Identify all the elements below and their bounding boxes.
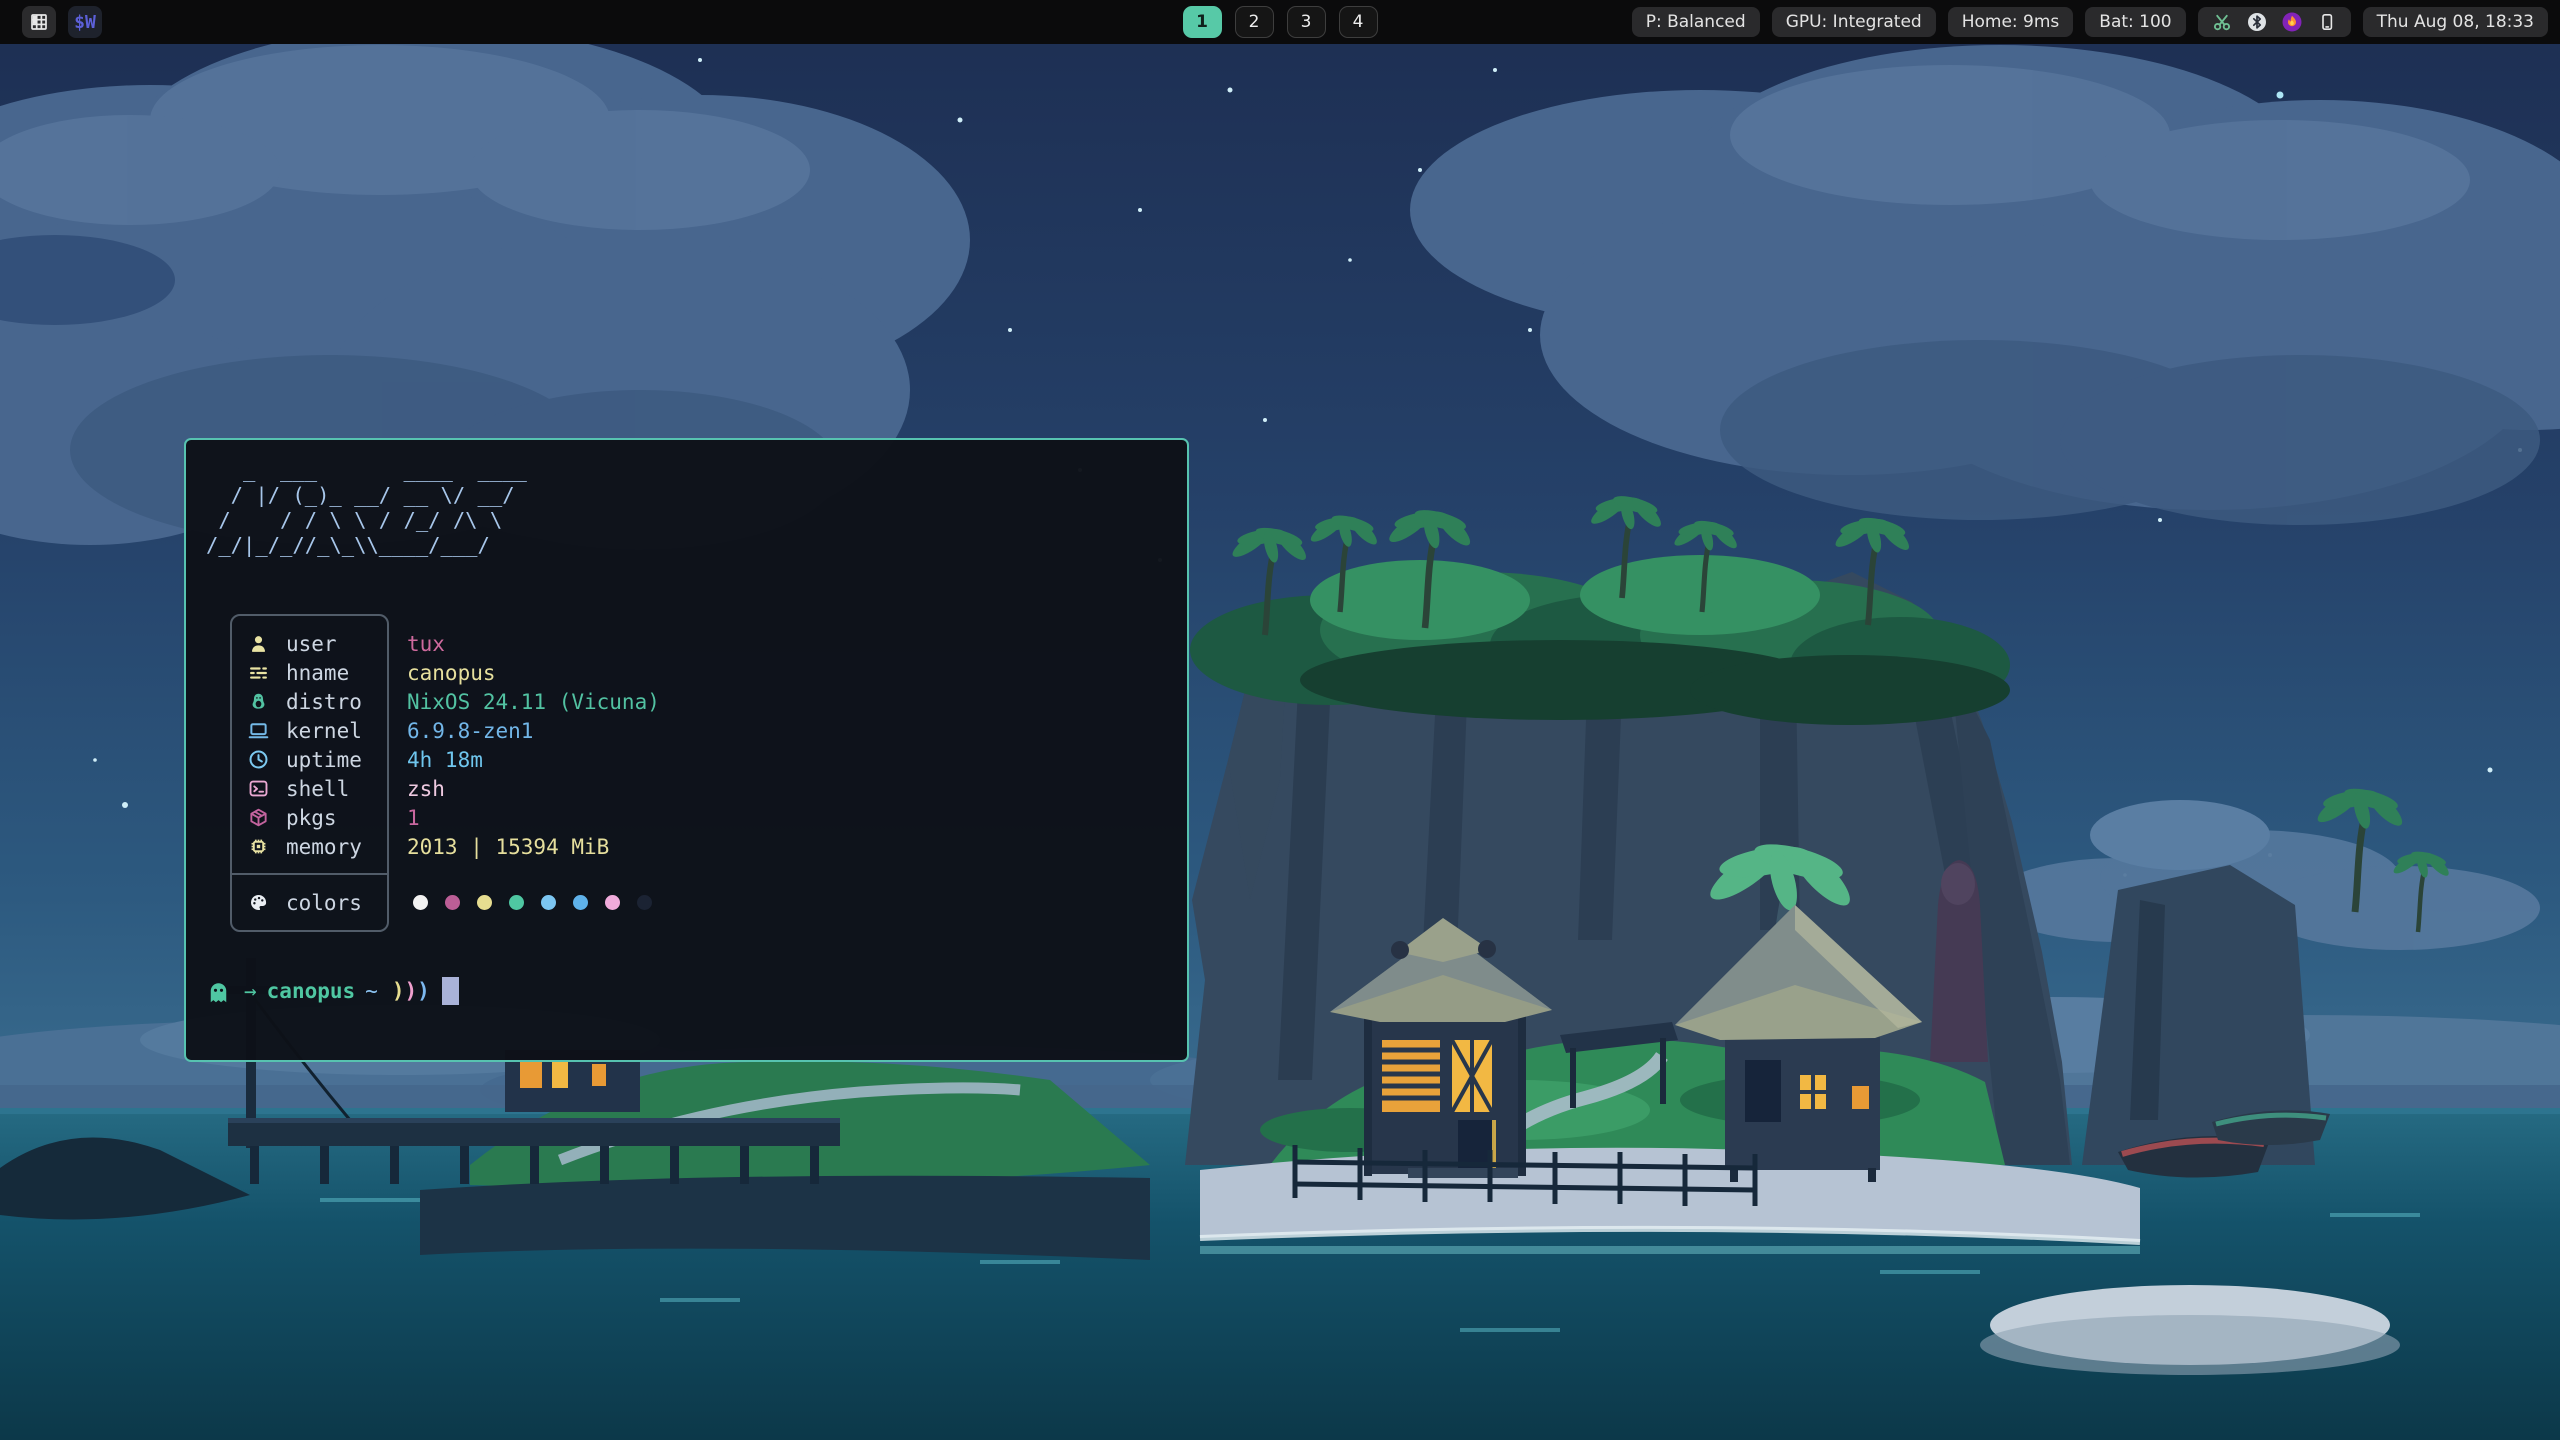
- workspace-3-label: 3: [1301, 12, 1312, 32]
- power-profile-pill[interactable]: P: Balanced: [1632, 7, 1760, 37]
- fetch-row-hname: hname canopus: [248, 658, 660, 687]
- fetch-label: pkgs: [272, 806, 391, 830]
- fetch-row-kernel: kernel 6.9.8-zen1: [248, 716, 660, 745]
- user-icon: [248, 633, 272, 655]
- fetch-value: NixOS 24.11 (Vicuna): [391, 690, 660, 714]
- palette-icon: [248, 892, 272, 914]
- bar-left: $W: [22, 0, 102, 44]
- bluetooth-icon[interactable]: [2247, 12, 2267, 32]
- fetch-value: 1: [391, 806, 420, 830]
- ghost-icon: [206, 980, 234, 1002]
- palette-swatch: [413, 895, 428, 910]
- fetch-label: distro: [272, 690, 391, 714]
- workspace-2[interactable]: 2: [1235, 6, 1274, 38]
- fetch-label: memory: [272, 835, 391, 859]
- workspace-4[interactable]: 4: [1339, 6, 1378, 38]
- workspace-3[interactable]: 3: [1287, 6, 1326, 38]
- penguin-icon: [248, 691, 272, 713]
- prompt-host: canopus: [267, 979, 356, 1003]
- prompt-path: ~: [365, 979, 378, 1003]
- datetime-pill[interactable]: Thu Aug 08, 18:33: [2363, 7, 2548, 37]
- hostname-icon: [248, 662, 272, 684]
- desktop: $W 1 2 3 4 P: Balanced GPU: Integrated H…: [0, 0, 2560, 1440]
- status-bar: $W 1 2 3 4 P: Balanced GPU: Integrated H…: [0, 0, 2560, 44]
- workspace-1-label: 1: [1196, 12, 1208, 32]
- terminal-window[interactable]: _ ___ ____ ____ / |/ (_)_ __/ __ \/ __/ …: [184, 438, 1189, 1062]
- phone-icon[interactable]: [2317, 12, 2337, 32]
- fetch-value: 6.9.8-zen1: [391, 719, 533, 743]
- shell-prompt[interactable]: → canopus ~ ) ) ): [206, 976, 459, 1006]
- fetch-row-user: user tux: [248, 629, 660, 658]
- clock-icon: [248, 749, 272, 771]
- gpu-pill[interactable]: GPU: Integrated: [1772, 7, 1936, 37]
- fetch-row-pkgs: pkgs 1: [248, 803, 660, 832]
- palette-swatch: [541, 895, 556, 910]
- workspace-4-label: 4: [1353, 12, 1364, 32]
- terminal-palette: [413, 888, 652, 917]
- fetch-row-memory: memory 2013 | 15394 MiB: [248, 832, 660, 861]
- fetch-table-divider: [230, 873, 389, 875]
- sw-logo-button[interactable]: $W: [68, 6, 102, 38]
- laptop-icon: [248, 720, 272, 742]
- fetch-value: canopus: [391, 661, 496, 685]
- fetch-label: kernel: [272, 719, 391, 743]
- fetch-value: 2013 | 15394 MiB: [391, 835, 609, 859]
- ping-pill[interactable]: Home: 9ms: [1948, 7, 2074, 37]
- ascii-line: _ ___ ____ ____: [206, 458, 527, 483]
- fetch-value: tux: [391, 632, 445, 656]
- text-cursor[interactable]: [442, 977, 459, 1005]
- fetch-value: zsh: [391, 777, 445, 801]
- palette-swatch: [637, 895, 652, 910]
- prompt-chevron: ): [417, 979, 430, 1003]
- ascii-line: /_/|_/_//_\_\\____/___/: [206, 533, 527, 558]
- palette-swatch: [605, 895, 620, 910]
- palette-swatch: [509, 895, 524, 910]
- scissors-icon[interactable]: [2212, 12, 2232, 32]
- prompt-chevron: ): [392, 979, 405, 1003]
- fetch-value: 4h 18m: [391, 748, 483, 772]
- battery-pill[interactable]: Bat: 100: [2085, 7, 2185, 37]
- system-tray: [2198, 7, 2351, 37]
- fetch-rows: user tux hname canopus dis: [248, 629, 660, 861]
- colors-row: colors: [248, 888, 391, 917]
- fetch-label: uptime: [272, 748, 391, 772]
- prompt-arrow: →: [244, 979, 257, 1003]
- foreground-slope: [420, 1050, 1150, 1260]
- ascii-line: / |/ (_)_ __/ __ \/ __/: [206, 483, 527, 508]
- prompt-chevron: ): [404, 979, 417, 1003]
- chip-icon: [248, 836, 272, 858]
- fetch-label: user: [272, 632, 391, 656]
- palette-swatch: [477, 895, 492, 910]
- bar-right: P: Balanced GPU: Integrated Home: 9ms Ba…: [1632, 0, 2548, 44]
- terminal-icon: [248, 778, 272, 800]
- workspace-2-label: 2: [1249, 12, 1260, 32]
- app-grid-icon: [29, 12, 49, 32]
- colors-label: colors: [272, 891, 391, 915]
- workspace-1[interactable]: 1: [1183, 6, 1222, 38]
- fetch-label: shell: [272, 777, 391, 801]
- fetch-row-distro: distro NixOS 24.11 (Vicuna): [248, 687, 660, 716]
- fetch-row-shell: shell zsh: [248, 774, 660, 803]
- flame-icon[interactable]: [2282, 12, 2302, 32]
- sw-logo-text: $W: [74, 12, 96, 33]
- app-launcher-button[interactable]: [22, 6, 56, 38]
- palette-swatch: [573, 895, 588, 910]
- fetch-label: hname: [272, 661, 391, 685]
- palette-swatch: [445, 895, 460, 910]
- fetch-row-uptime: uptime 4h 18m: [248, 745, 660, 774]
- nixos-ascii-logo: _ ___ ____ ____ / |/ (_)_ __/ __ \/ __/ …: [206, 458, 527, 558]
- ascii-line: / / / \ \ / /_/ /\ \: [206, 508, 527, 533]
- package-icon: [248, 807, 272, 829]
